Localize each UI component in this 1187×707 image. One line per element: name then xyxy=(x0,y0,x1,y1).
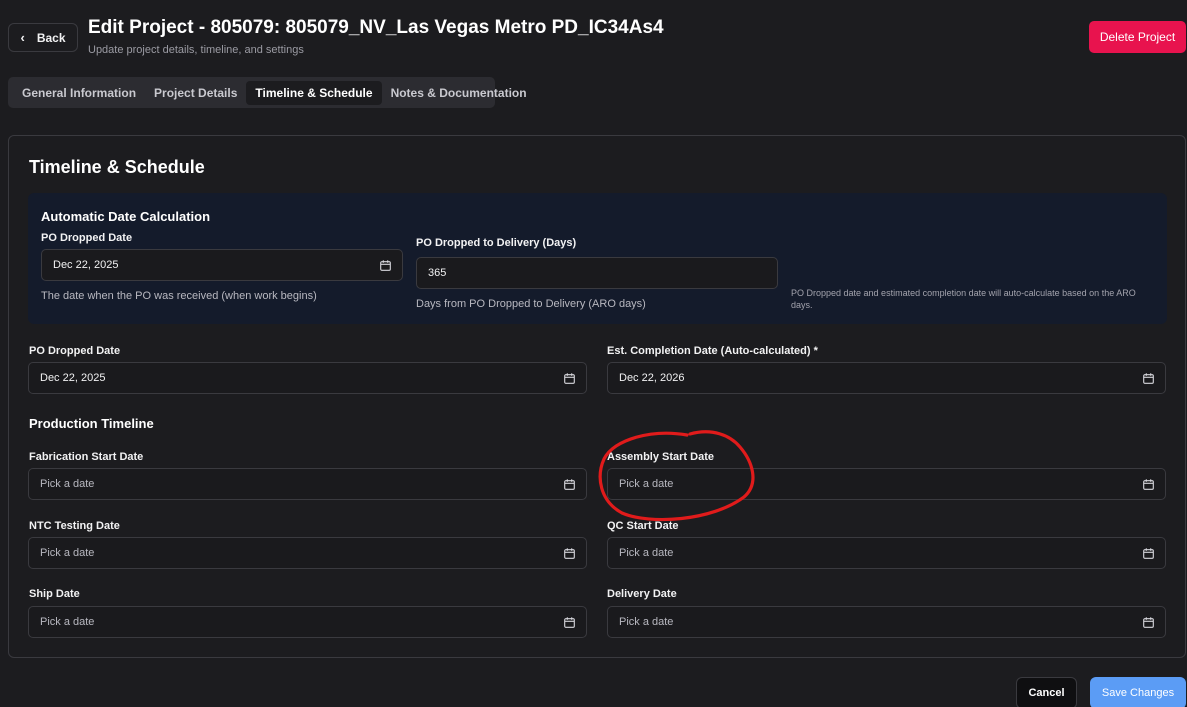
calendar-icon xyxy=(1143,478,1154,490)
fabrication-start-field[interactable]: Pick a date xyxy=(28,468,587,500)
fabrication-start-label: Fabrication Start Date xyxy=(29,451,144,463)
assembly-start-placeholder: Pick a date xyxy=(619,478,674,490)
calendar-icon xyxy=(564,616,575,628)
ship-date-label: Ship Date xyxy=(29,588,80,600)
delete-project-button[interactable]: Delete Project xyxy=(1089,21,1186,53)
back-label: Back xyxy=(36,30,66,45)
po-dropped-value: Dec 22, 2025 xyxy=(40,372,106,384)
calendar-icon xyxy=(564,372,575,384)
calendar-icon xyxy=(1143,372,1154,384)
est-completion-value: Dec 22, 2026 xyxy=(619,372,685,384)
po-dropped-field[interactable]: Dec 22, 2025 xyxy=(28,362,587,394)
card-title: Timeline & Schedule xyxy=(29,157,205,177)
est-completion-label: Est. Completion Date (Auto-calculated) * xyxy=(607,345,818,357)
page-subtitle: Update project details, timeline, and se… xyxy=(88,44,304,56)
est-completion-field[interactable]: Dec 22, 2026 xyxy=(607,362,1166,394)
qc-start-label: QC Start Date xyxy=(607,520,679,532)
qc-start-field[interactable]: Pick a date xyxy=(607,537,1166,569)
ship-date-field[interactable]: Pick a date xyxy=(28,606,587,638)
fabrication-start-placeholder: Pick a date xyxy=(40,478,95,490)
tab-timeline-schedule[interactable]: Timeline & Schedule xyxy=(246,80,382,105)
auto-po-dropped-value: Dec 22, 2025 xyxy=(53,259,119,271)
po-dropped-label: PO Dropped Date xyxy=(29,345,121,357)
delivery-days-hint: Days from PO Dropped to Delivery (ARO da… xyxy=(416,298,646,310)
auto-calc-title: Automatic Date Calculation xyxy=(41,209,211,224)
page-title: Edit Project - 805079: 805079_NV_Las Veg… xyxy=(88,17,664,38)
cancel-button[interactable]: Cancel xyxy=(1016,677,1077,707)
save-changes-button[interactable]: Save Changes xyxy=(1090,677,1186,707)
delivery-date-field[interactable]: Pick a date xyxy=(607,606,1166,638)
calendar-icon xyxy=(564,478,575,490)
delivery-date-placeholder: Pick a date xyxy=(619,616,674,628)
qc-start-placeholder: Pick a date xyxy=(619,547,674,559)
tab-general-information[interactable]: General Information xyxy=(13,81,145,105)
delivery-date-label: Delivery Date xyxy=(607,588,677,600)
tab-notes-documentation[interactable]: Notes & Documentation xyxy=(382,81,536,105)
tab-project-details[interactable]: Project Details xyxy=(145,81,246,105)
production-timeline-title: Production Timeline xyxy=(29,416,154,431)
assembly-start-label: Assembly Start Date xyxy=(607,451,714,463)
delivery-days-input[interactable]: 365 xyxy=(416,257,778,289)
auto-calc-panel: Automatic Date Calculation PO Dropped Da… xyxy=(28,193,1167,324)
auto-po-dropped-hint: The date when the PO was received (when … xyxy=(41,290,317,302)
ntc-testing-placeholder: Pick a date xyxy=(40,547,95,559)
assembly-start-field[interactable]: Pick a date xyxy=(607,468,1166,500)
timeline-card: Timeline & Schedule Automatic Date Calcu… xyxy=(8,135,1186,658)
back-button[interactable]: ‹ Back xyxy=(8,23,78,52)
calendar-icon xyxy=(1143,547,1154,559)
auto-po-dropped-field[interactable]: Dec 22, 2025 xyxy=(41,249,403,281)
chevron-left-icon: ‹ xyxy=(20,30,25,45)
calendar-icon xyxy=(1143,616,1154,628)
calendar-icon xyxy=(564,547,575,559)
delivery-days-label: PO Dropped to Delivery (Days) xyxy=(416,237,577,249)
ntc-testing-label: NTC Testing Date xyxy=(29,520,120,532)
ntc-testing-field[interactable]: Pick a date xyxy=(28,537,587,569)
ship-date-placeholder: Pick a date xyxy=(40,616,95,628)
delivery-days-value: 365 xyxy=(428,267,447,279)
calendar-icon xyxy=(380,259,391,271)
auto-calc-note: PO Dropped date and estimated completion… xyxy=(791,288,1136,310)
auto-po-dropped-label: PO Dropped Date xyxy=(41,232,133,244)
tab-bar: General Information Project Details Time… xyxy=(8,77,527,108)
